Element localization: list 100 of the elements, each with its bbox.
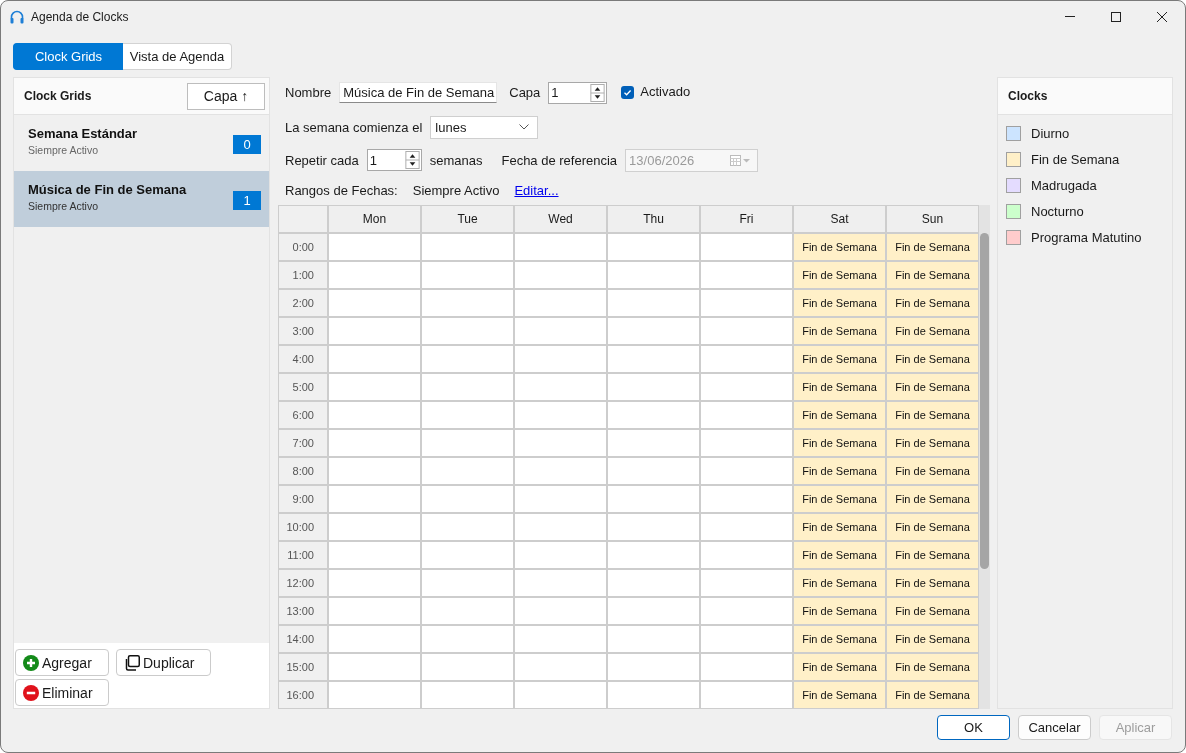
clock-slot[interactable]: Fin de Semana (794, 234, 885, 260)
grid-cell[interactable] (608, 598, 699, 624)
clock-slot[interactable]: Fin de Semana (794, 374, 885, 400)
clock-slot[interactable]: Fin de Semana (887, 318, 978, 344)
grid-cell[interactable] (608, 458, 699, 484)
grid-cell[interactable] (515, 570, 606, 596)
grid-cell[interactable] (608, 682, 699, 708)
clock-slot[interactable]: Fin de Semana (887, 682, 978, 708)
grid-cell[interactable] (515, 290, 606, 316)
grid-cell[interactable] (701, 570, 792, 596)
grid-cell[interactable] (608, 234, 699, 260)
grid-cell[interactable] (515, 654, 606, 680)
tab[interactable]: Clock Grids (13, 43, 123, 70)
grid-cell[interactable] (422, 346, 513, 372)
clock-slot[interactable]: Fin de Semana (887, 430, 978, 456)
clock-slot[interactable]: Fin de Semana (887, 290, 978, 316)
grid-cell[interactable] (515, 486, 606, 512)
grid-cell[interactable] (701, 374, 792, 400)
grid-cell[interactable] (422, 486, 513, 512)
grid-cell[interactable] (422, 514, 513, 540)
grid-cell[interactable] (329, 402, 420, 428)
layer-spinner[interactable]: 1 (548, 81, 608, 104)
grid-cell[interactable] (608, 402, 699, 428)
grid-cell[interactable] (422, 234, 513, 260)
grid-cell[interactable] (422, 626, 513, 652)
grid-cell[interactable] (329, 290, 420, 316)
grid-cell[interactable] (701, 234, 792, 260)
grid-cell[interactable] (515, 542, 606, 568)
grid-cell[interactable] (422, 402, 513, 428)
grid-cell[interactable] (329, 598, 420, 624)
grid-cell[interactable] (515, 234, 606, 260)
grid-cell[interactable] (608, 626, 699, 652)
grid-cell[interactable] (608, 542, 699, 568)
grid-cell[interactable] (701, 598, 792, 624)
grid-cell[interactable] (608, 514, 699, 540)
clock-slot[interactable]: Fin de Semana (887, 458, 978, 484)
scrollbar[interactable] (979, 205, 990, 709)
grid-cell[interactable] (515, 346, 606, 372)
week-start-dropdown[interactable]: lunes (430, 115, 539, 139)
clock-slot[interactable]: Fin de Semana (794, 682, 885, 708)
grid-cell[interactable] (329, 654, 420, 680)
grid-cell[interactable] (608, 290, 699, 316)
grid-cell[interactable] (608, 346, 699, 372)
grid-cell[interactable] (422, 374, 513, 400)
clock-slot[interactable]: Fin de Semana (794, 570, 885, 596)
grid-cell[interactable] (329, 346, 420, 372)
grid-cell[interactable] (329, 458, 420, 484)
grid-cell[interactable] (608, 654, 699, 680)
clock-slot[interactable]: Fin de Semana (794, 654, 885, 680)
grid-cell[interactable] (329, 374, 420, 400)
clock-slot[interactable]: Fin de Semana (887, 346, 978, 372)
dialog-button[interactable]: Cancelar (1018, 715, 1091, 740)
clock-slot[interactable]: Fin de Semana (794, 542, 885, 568)
grid-cell[interactable] (515, 458, 606, 484)
grid-cell[interactable] (701, 430, 792, 456)
clock-slot[interactable]: Fin de Semana (887, 402, 978, 428)
clock-slot[interactable]: Fin de Semana (794, 486, 885, 512)
grid-cell[interactable] (515, 598, 606, 624)
clock-slot[interactable]: Fin de Semana (887, 234, 978, 260)
duplicate-button[interactable]: Duplicar (116, 649, 211, 676)
delete-button[interactable]: Eliminar (15, 679, 109, 706)
grid-cell[interactable] (329, 570, 420, 596)
grid-cell[interactable] (515, 682, 606, 708)
grid-cell[interactable] (422, 290, 513, 316)
clock-slot[interactable]: Fin de Semana (887, 626, 978, 652)
grid-cell[interactable] (422, 654, 513, 680)
grid-cell[interactable] (701, 458, 792, 484)
grid-cell[interactable] (701, 514, 792, 540)
clock-slot[interactable]: Fin de Semana (794, 430, 885, 456)
grid-cell[interactable] (515, 626, 606, 652)
clock-slot[interactable]: Fin de Semana (794, 346, 885, 372)
grid-cell[interactable] (515, 262, 606, 288)
grid-cell[interactable] (701, 654, 792, 680)
grid-cell[interactable] (422, 262, 513, 288)
grid-cell[interactable] (701, 486, 792, 512)
clock-slot[interactable]: Fin de Semana (794, 514, 885, 540)
clock-slot[interactable]: Fin de Semana (887, 570, 978, 596)
grid-cell[interactable] (701, 262, 792, 288)
grid-cell[interactable] (422, 570, 513, 596)
clock-slot[interactable]: Fin de Semana (887, 542, 978, 568)
grid-cell[interactable] (608, 374, 699, 400)
clock-slot[interactable]: Fin de Semana (794, 290, 885, 316)
tab[interactable]: Vista de Agenda (123, 43, 232, 70)
grid-cell[interactable] (422, 542, 513, 568)
grid-cell[interactable] (329, 486, 420, 512)
clock-slot[interactable]: Fin de Semana (887, 486, 978, 512)
grid-cell[interactable] (329, 626, 420, 652)
grid-cell[interactable] (701, 346, 792, 372)
clock-slot[interactable]: Fin de Semana (794, 402, 885, 428)
checkbox[interactable] (621, 86, 635, 99)
grid-cell[interactable] (608, 570, 699, 596)
clock-slot[interactable]: Fin de Semana (794, 262, 885, 288)
grid-cell[interactable] (515, 430, 606, 456)
grid-cell[interactable] (422, 318, 513, 344)
grid-cell[interactable] (329, 234, 420, 260)
grid-cell[interactable] (329, 318, 420, 344)
clock-slot[interactable]: Fin de Semana (887, 514, 978, 540)
grid-cell[interactable] (422, 598, 513, 624)
clock-slot[interactable]: Fin de Semana (794, 318, 885, 344)
grid-cell[interactable] (422, 430, 513, 456)
